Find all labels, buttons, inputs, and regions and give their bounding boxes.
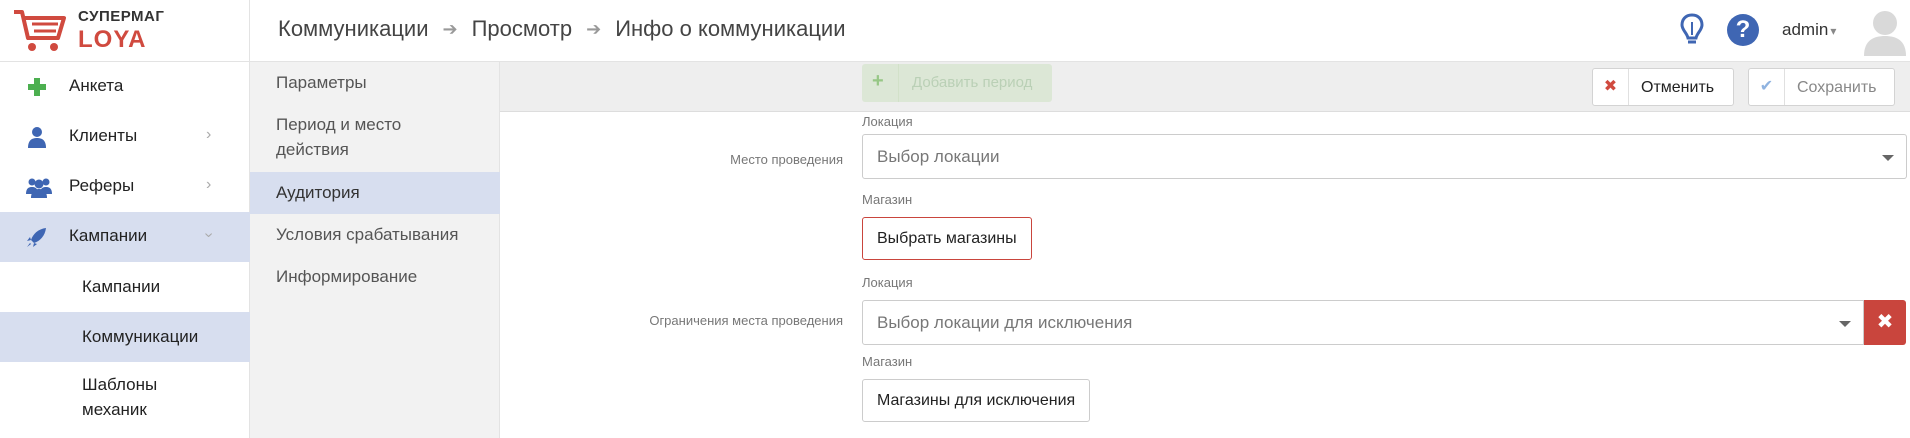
lightbulb-icon[interactable] (1680, 13, 1704, 47)
dropdown-arrow-icon (1882, 155, 1894, 161)
location-select-placeholder: Выбор локации (877, 147, 1000, 166)
add-period-button[interactable]: + Добавить период (862, 64, 1052, 102)
section-label: Период и место действия (276, 115, 402, 159)
cancel-button[interactable]: ✖ Отменить (1592, 68, 1734, 106)
location-select[interactable]: Выбор локации (862, 134, 1907, 179)
users-icon (26, 178, 52, 198)
breadcrumb: Коммуникации ➔ Просмотр ➔ Инфо о коммуни… (278, 16, 846, 42)
section-menu: Параметры Период и место действия Аудито… (250, 62, 500, 438)
breadcrumb-item[interactable]: Просмотр (472, 16, 572, 42)
sidebar-item-label: Реферы (69, 176, 135, 195)
sidebar-subitem-communications[interactable]: Коммуникации (0, 312, 250, 362)
caret-down-icon: ▾ (1830, 24, 1837, 38)
dropdown-arrow-icon (1839, 321, 1851, 327)
sidebar-item-questionnaire[interactable]: Анкета (0, 62, 250, 112)
exclusion-store-caption: Магазин (862, 354, 913, 369)
add-period-label: Добавить период (912, 74, 1033, 91)
section-label: Информирование (276, 267, 418, 286)
sidebar-item-label: Кампании (69, 226, 148, 245)
section-label: Параметры (276, 73, 367, 92)
store-caption: Магазин (862, 192, 913, 207)
help-icon[interactable]: ? (1727, 14, 1759, 46)
check-icon: ✔ (1749, 69, 1785, 105)
section-trigger-conditions[interactable]: Условия срабатывания (250, 214, 500, 256)
section-period-place[interactable]: Период и место действия (250, 104, 500, 172)
exclusion-location-placeholder: Выбор локации для исключения (877, 313, 1133, 332)
breadcrumb-item[interactable]: Коммуникации (278, 16, 429, 42)
brand-line1: СУПЕРМАГ (78, 8, 165, 25)
divider (898, 64, 899, 102)
sidebar-item-campaigns[interactable]: Кампании › (0, 212, 250, 262)
venue-form: Локация Место проведения Выбор локации М… (500, 112, 1910, 438)
sidebar-subitem-label: Шаблоны механик (82, 375, 158, 419)
plus-icon (28, 78, 46, 96)
sidebar-item-referrers[interactable]: Реферы › (0, 162, 250, 212)
cart-logo-icon (14, 10, 66, 51)
section-notifications[interactable]: Информирование (250, 256, 500, 298)
user-name: admin (1782, 20, 1829, 39)
sidebar-item-label: Анкета (69, 76, 124, 95)
sidebar-subitem-label: Кампании (82, 277, 161, 296)
user-icon (28, 127, 46, 148)
user-menu[interactable]: admin ▾ (1782, 20, 1836, 40)
venue-limits-label: Ограничения места проведения (649, 313, 843, 328)
sidebar: Анкета Клиенты › Реферы › Кампании › Кам… (0, 62, 250, 438)
cancel-label: Отменить (1641, 79, 1715, 96)
chevron-right-icon: › (206, 126, 212, 143)
save-label: Сохранить (1797, 79, 1877, 96)
exclusion-location-caption: Локация (862, 275, 913, 290)
section-label: Условия срабатывания (276, 225, 459, 244)
venue-label: Место проведения (730, 152, 843, 167)
chevron-down-icon: › (200, 232, 218, 238)
arrow-right-icon: ➔ (586, 18, 602, 39)
action-toolbar: + Добавить период ✖ Отменить ✔ Сохранить (500, 62, 1910, 112)
section-label: Аудитория (276, 183, 360, 202)
chevron-right-icon: › (206, 176, 212, 193)
brand-line2: LOYA (78, 26, 147, 53)
logo[interactable]: СУПЕРМАГ LOYA (0, 0, 250, 62)
exclusion-location-select[interactable]: Выбор локации для исключения (862, 300, 1864, 345)
plus-icon: + (872, 70, 884, 92)
location-caption: Локация (862, 114, 913, 129)
sidebar-subitem-label: Коммуникации (82, 327, 199, 346)
sidebar-item-clients[interactable]: Клиенты › (0, 112, 250, 162)
rocket-icon (27, 228, 46, 247)
sidebar-subitem-campaigns[interactable]: Кампании (0, 262, 250, 312)
sidebar-subitem-mechanic-templates[interactable]: Шаблоны механик (0, 362, 250, 438)
select-stores-button[interactable]: Выбрать магазины (862, 217, 1032, 260)
arrow-right-icon: ➔ (442, 18, 458, 39)
avatar[interactable] (1862, 6, 1908, 56)
section-parameters[interactable]: Параметры (250, 62, 500, 104)
save-button[interactable]: ✔ Сохранить (1748, 68, 1895, 106)
exclude-stores-button[interactable]: Магазины для исключения (862, 379, 1091, 422)
section-audience[interactable]: Аудитория (250, 172, 500, 214)
top-header: СУПЕРМАГ LOYA Коммуникации ➔ Просмотр ➔ … (0, 0, 1910, 62)
remove-exclusion-button[interactable]: ✖ (1864, 300, 1906, 345)
breadcrumb-item: Инфо о коммуникации (615, 16, 846, 41)
sidebar-item-label: Клиенты (69, 126, 138, 145)
close-icon: ✖ (1593, 69, 1629, 105)
